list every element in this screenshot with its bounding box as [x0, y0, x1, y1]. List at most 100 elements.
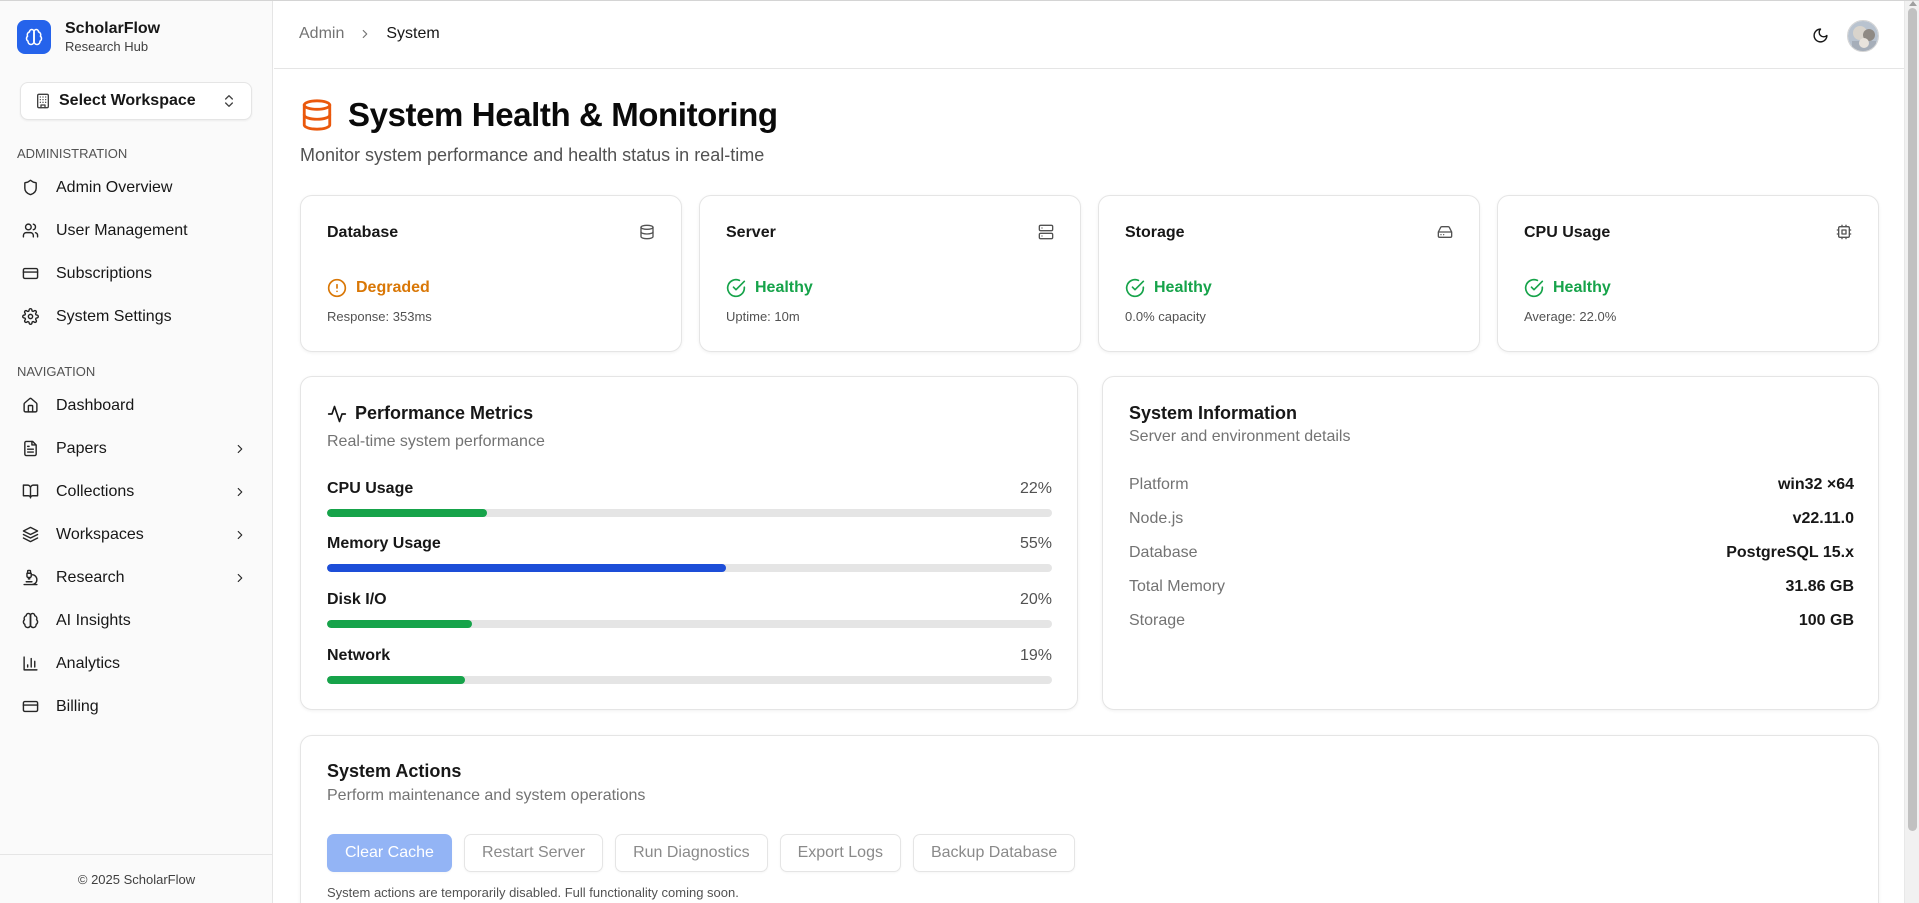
building-icon — [37, 93, 49, 109]
database-icon — [639, 224, 655, 240]
sidebar-item-system-settings[interactable]: System Settings — [0, 295, 273, 338]
status-badge: Healthy — [1524, 278, 1611, 298]
performance-title: Performance Metrics — [355, 403, 534, 423]
export-logs-button[interactable]: Export Logs — [779, 834, 901, 872]
avatar-image — [1848, 21, 1878, 51]
home-icon — [23, 397, 38, 413]
card-detail: 0.0% capacity — [1125, 309, 1206, 324]
sidebar-item-research[interactable]: Research — [0, 556, 273, 599]
layers-icon — [22, 526, 39, 543]
info-value: PostgreSQL 15.x — [1726, 544, 1854, 561]
metric-name: CPU Usage — [327, 480, 414, 497]
breadcrumb: Admin System — [299, 25, 440, 43]
system-info-card: System Information Server and environmen… — [1102, 376, 1879, 710]
progress-fill — [327, 509, 487, 517]
alert-circle-icon — [327, 278, 347, 298]
metric-name: Memory Usage — [327, 535, 441, 552]
breadcrumb-current: System — [386, 25, 440, 42]
brand[interactable]: ScholarFlow Research Hub — [17, 19, 160, 55]
page-subtitle: Monitor system performance and health st… — [300, 145, 765, 165]
card-title: Server — [726, 224, 776, 241]
sidebar-item-billing[interactable]: Billing — [0, 685, 273, 728]
page-scrollbar[interactable] — [1904, 1, 1919, 903]
scroll-up-arrow-icon[interactable] — [1909, 1, 1917, 6]
progress-track — [327, 676, 1052, 684]
info-key: Platform — [1129, 476, 1189, 493]
clear-cache-button[interactable]: Clear Cache — [327, 834, 452, 872]
progress-fill — [327, 564, 726, 572]
check-circle-icon — [1125, 278, 1145, 298]
workspace-select[interactable]: Select Workspace — [20, 82, 252, 120]
info-row-platform: Platform win32 ×64 — [1129, 476, 1854, 496]
breadcrumb-admin[interactable]: Admin — [299, 25, 344, 43]
brain-icon — [17, 20, 51, 54]
info-key: Node.js — [1129, 510, 1184, 527]
shield-icon — [24, 179, 37, 196]
theme-toggle-button[interactable] — [1809, 24, 1831, 46]
status-text: Degraded — [356, 279, 430, 296]
status-card-database: Database Degraded Response: 353ms — [300, 195, 682, 352]
info-value: 31.86 GB — [1785, 578, 1854, 595]
sidebar-item-admin-overview[interactable]: Admin Overview — [0, 166, 273, 209]
chevron-right-icon — [363, 29, 368, 39]
page-title: System Health & Monitoring — [348, 96, 778, 133]
card-title: Database — [327, 224, 399, 241]
sidebar-item-dashboard[interactable]: Dashboard — [0, 384, 273, 427]
info-row-database: Database PostgreSQL 15.x — [1129, 544, 1854, 564]
info-key: Total Memory — [1129, 578, 1226, 595]
page-title-row: System Health & Monitoring — [300, 96, 778, 134]
admin-group-label: ADMINISTRATION — [17, 146, 128, 161]
gear-icon — [22, 308, 39, 325]
info-value: win32 ×64 — [1777, 476, 1854, 493]
chevron-right-icon — [237, 444, 243, 453]
backup-database-button[interactable]: Backup Database — [912, 834, 1076, 872]
sidebar-item-label: Subscriptions — [56, 264, 153, 282]
status-badge: Degraded — [327, 278, 430, 298]
status-card-storage: Storage Healthy 0.0% capacity — [1098, 195, 1480, 352]
metric-cpu: CPU Usage 22% — [327, 480, 1052, 517]
performance-metrics-card: Performance Metrics Real-time system per… — [300, 376, 1078, 710]
sidebar-item-label: Research — [56, 568, 125, 586]
restart-server-button[interactable]: Restart Server — [463, 834, 604, 872]
card-title: CPU Usage — [1524, 224, 1611, 241]
cpu-icon — [1836, 224, 1852, 240]
avatar[interactable] — [1847, 20, 1879, 52]
status-text: Healthy — [755, 279, 813, 296]
sidebar-item-collections[interactable]: Collections — [0, 470, 273, 513]
sidebar-item-ai-insights[interactable]: AI Insights — [0, 599, 273, 642]
system-actions-subtitle: Perform maintenance and system operation… — [327, 787, 646, 804]
moon-icon — [1812, 27, 1828, 43]
sidebar-item-subscriptions[interactable]: Subscriptions — [0, 252, 273, 295]
sidebar-item-papers[interactable]: Papers — [0, 427, 273, 470]
server-icon — [1038, 224, 1054, 240]
system-actions-card: System Actions Perform maintenance and s… — [300, 735, 1879, 903]
check-circle-icon — [726, 278, 746, 298]
sidebar-item-label: Papers — [56, 439, 107, 457]
status-card-cpu: CPU Usage Healthy Average: 22.0% — [1497, 195, 1879, 352]
system-actions-note: System actions are temporarily disabled.… — [327, 885, 739, 900]
brain-icon — [22, 612, 39, 629]
performance-subtitle: Real-time system performance — [327, 433, 545, 450]
hard-drive-icon — [1437, 224, 1453, 240]
sidebar-item-user-management[interactable]: User Management — [0, 209, 273, 252]
system-info-title: System Information — [1129, 403, 1298, 423]
top-header: Admin System — [274, 1, 1904, 69]
scroll-thumb[interactable] — [1908, 8, 1917, 831]
info-value: v22.11.0 — [1792, 510, 1854, 527]
sidebar-item-workspaces[interactable]: Workspaces — [0, 513, 273, 556]
book-open-icon — [22, 484, 39, 499]
status-badge: Healthy — [1125, 278, 1212, 298]
run-diagnostics-button[interactable]: Run Diagnostics — [615, 834, 768, 872]
sidebar-item-analytics[interactable]: Analytics — [0, 642, 273, 685]
system-actions-buttons: Clear Cache Restart Server Run Diagnosti… — [327, 834, 1076, 872]
card-detail: Average: 22.0% — [1524, 309, 1617, 324]
info-key: Database — [1129, 544, 1198, 561]
chevron-right-icon — [237, 573, 243, 582]
status-text: Healthy — [1154, 279, 1212, 296]
progress-fill — [327, 676, 465, 684]
sidebar-item-label: Analytics — [56, 654, 121, 672]
brand-name: ScholarFlow — [65, 20, 161, 37]
system-actions-title: System Actions — [327, 761, 462, 781]
metric-value: 20% — [1019, 591, 1052, 608]
chevron-right-icon — [237, 530, 243, 539]
